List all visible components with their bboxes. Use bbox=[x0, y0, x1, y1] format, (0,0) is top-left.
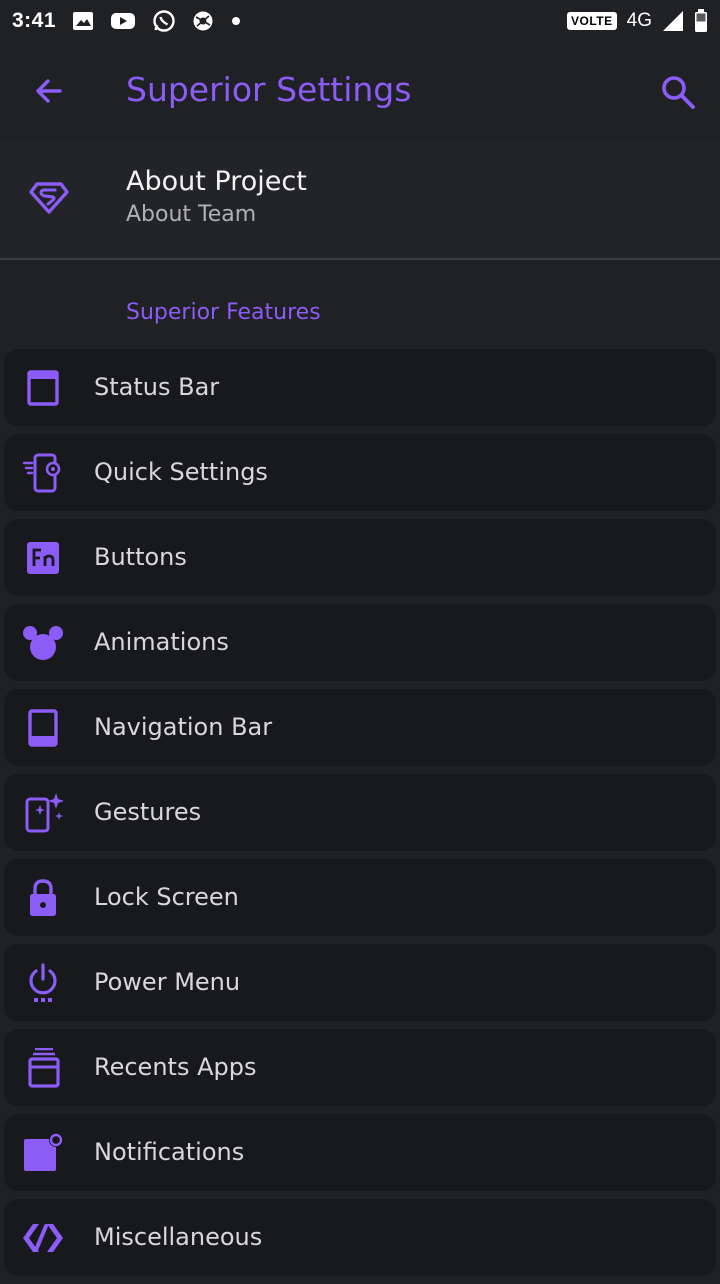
list-item-gestures[interactable]: Gestures bbox=[4, 774, 716, 851]
gestures-sparkle-icon bbox=[25, 793, 64, 833]
list-item-label: Notifications bbox=[94, 1138, 245, 1166]
features-list: Status Bar Quick Settings Buttons Animat… bbox=[4, 349, 716, 1284]
list-item-status-bar[interactable]: Status Bar bbox=[4, 349, 716, 426]
volte-badge: VOLTE bbox=[567, 12, 617, 30]
signal-icon bbox=[663, 11, 683, 31]
quick-settings-icon bbox=[22, 453, 61, 493]
list-item-label: Animations bbox=[94, 628, 229, 656]
network-type: 4G bbox=[626, 10, 652, 31]
search-icon[interactable] bbox=[658, 72, 698, 112]
status-bar-icon bbox=[27, 370, 59, 406]
battery-icon bbox=[695, 9, 707, 32]
mouse-ears-icon bbox=[23, 626, 63, 660]
about-title: About Project bbox=[126, 166, 307, 197]
superman-logo-icon bbox=[29, 182, 69, 214]
fn-key-icon bbox=[27, 542, 59, 574]
notification-dot-icon bbox=[24, 1133, 63, 1171]
navigation-bar-icon bbox=[28, 709, 58, 747]
list-item-label: Buttons bbox=[94, 543, 187, 571]
lock-icon bbox=[30, 879, 56, 916]
clock: 3:41 bbox=[12, 9, 57, 32]
image-icon bbox=[73, 12, 94, 30]
list-item-lock-screen[interactable]: Lock Screen bbox=[4, 859, 716, 936]
recents-icon bbox=[28, 1048, 60, 1088]
power-icon bbox=[29, 963, 57, 1002]
about-subtitle: About Team bbox=[126, 202, 257, 227]
list-item-recents-apps[interactable]: Recents Apps bbox=[4, 1029, 716, 1106]
list-item-animations[interactable]: Animations bbox=[4, 604, 716, 681]
dot-icon bbox=[232, 17, 241, 25]
about-project-row[interactable]: About Project About Team bbox=[0, 140, 720, 260]
list-item-label: Lock Screen bbox=[94, 883, 239, 911]
list-item-label: Status Bar bbox=[94, 373, 220, 401]
code-icon bbox=[23, 1224, 63, 1252]
list-item-miscellaneous[interactable]: Miscellaneous bbox=[4, 1199, 716, 1276]
app-bar: Superior Settings bbox=[0, 42, 720, 140]
list-item-label: Gestures bbox=[94, 798, 202, 826]
list-item-label: Power Menu bbox=[94, 968, 241, 996]
list-item-label: Miscellaneous bbox=[94, 1223, 263, 1251]
whatsapp-icon bbox=[153, 10, 175, 32]
list-item-buttons[interactable]: Buttons bbox=[4, 519, 716, 596]
page-title: Superior Settings bbox=[126, 70, 412, 109]
youtube-icon bbox=[111, 13, 136, 29]
arrow-left-icon[interactable] bbox=[30, 72, 68, 110]
status-bar: 3:41 VOLTE 4G bbox=[0, 0, 720, 42]
list-item-power-menu[interactable]: Power Menu bbox=[4, 944, 716, 1021]
list-item-notifications[interactable]: Notifications bbox=[4, 1114, 716, 1191]
chrome-like-icon bbox=[193, 11, 213, 31]
list-item-label: Navigation Bar bbox=[94, 713, 273, 741]
list-item-label: Quick Settings bbox=[94, 458, 268, 486]
list-item-navigation-bar[interactable]: Navigation Bar bbox=[4, 689, 716, 766]
list-item-quick-settings[interactable]: Quick Settings bbox=[4, 434, 716, 511]
section-header: Superior Features bbox=[126, 300, 321, 325]
list-item-label: Recents Apps bbox=[94, 1053, 257, 1081]
